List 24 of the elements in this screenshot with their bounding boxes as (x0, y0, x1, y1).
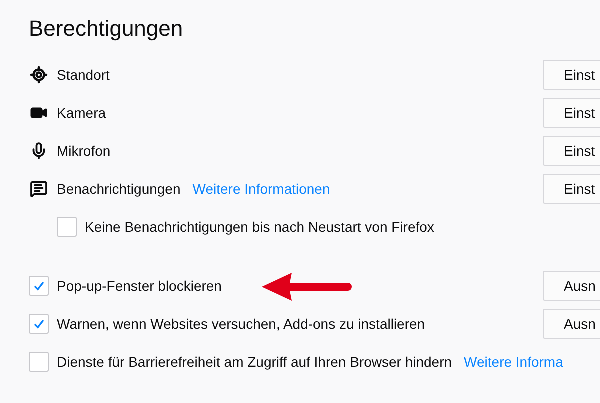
checkbox-label: Keine Benachrichtigungen bis nach Neustart von Firefox (85, 218, 434, 237)
permission-label: Benachrichtigungen (57, 180, 181, 199)
speech-bubble-icon (30, 180, 48, 198)
microphone-icon (30, 142, 48, 160)
location-icon (30, 66, 48, 84)
settings-button[interactable]: Ausn (543, 271, 600, 301)
checkbox[interactable] (29, 314, 49, 334)
permission-label: Standort (57, 66, 110, 84)
checkbox[interactable] (29, 352, 49, 372)
settings-button[interactable]: Einst (543, 136, 600, 166)
section-title: Berechtigungen (29, 15, 184, 43)
checkmark-icon (33, 280, 45, 292)
permission-label: Kamera (57, 104, 106, 122)
checkbox[interactable] (57, 217, 77, 237)
settings-button[interactable]: Einst (543, 60, 600, 90)
checkbox-label: Warnen, wenn Websites versuchen, Add-ons zu installieren (57, 314, 426, 334)
permission-label: Mikrofon (57, 142, 111, 160)
settings-button[interactable]: Einst (543, 98, 600, 128)
checkbox-label: Pop-up-Fenster blockieren (57, 276, 222, 296)
checkbox-label: Dienste für Barrierefreiheit am Zugriff auf Ihren Browser hindern (57, 352, 452, 372)
settings-button[interactable]: Einst (543, 174, 600, 204)
settings-button[interactable]: Ausn (543, 309, 600, 339)
checkbox[interactable] (29, 276, 49, 296)
checkmark-icon (33, 318, 45, 330)
